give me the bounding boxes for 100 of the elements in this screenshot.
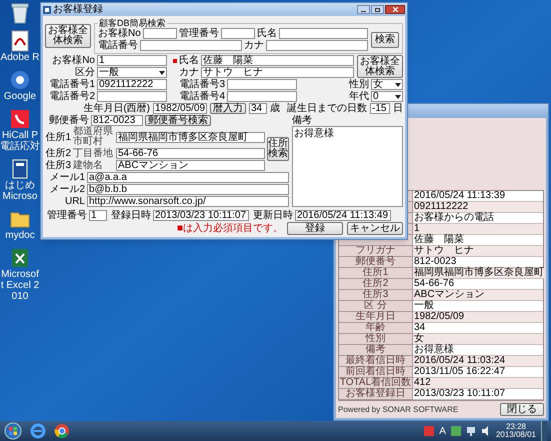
table-header-cell: 最終着信日時 [339, 356, 413, 367]
field-label: メール1 [48, 172, 85, 183]
table-header-cell: 住所3 [339, 290, 413, 301]
show-desktop-button[interactable] [541, 421, 547, 441]
maximize-button[interactable] [371, 5, 384, 14]
trash-bin-icon[interactable] [10, 2, 30, 24]
group-title: 顧客DB簡易検索 [98, 18, 167, 28]
browser-icon[interactable] [54, 423, 70, 439]
input-field[interactable]: 2013/03/23 10:11:07 [153, 210, 249, 221]
customer-search-button[interactable]: お客様全体検索 [357, 55, 403, 78]
input-field[interactable]: 812-0023 [91, 115, 143, 126]
dropdown-arrow-icon [159, 70, 165, 74]
input-field[interactable] [266, 40, 368, 51]
table-cell: 34 [413, 323, 543, 334]
input-field[interactable] [140, 40, 242, 51]
desktop-icon-label[interactable]: HiCall P 電話応対 [0, 130, 40, 152]
table-cell: お得意様 [413, 345, 543, 356]
input-field[interactable]: 1 [89, 210, 107, 221]
minimize-button[interactable] [357, 5, 370, 14]
input-field[interactable]: 0921112222 [97, 79, 167, 90]
memo-text-area[interactable]: お得意様 [292, 126, 403, 207]
field-label: 氏名 [179, 55, 199, 66]
input-field[interactable] [220, 28, 255, 39]
desktop-icon-label[interactable]: Adobe R [0, 52, 40, 63]
table-header-cell: 区 分 [339, 301, 413, 312]
field-label: 電話番号3 [178, 79, 225, 90]
address-search-button[interactable]: 住所検索 [267, 137, 289, 161]
input-field[interactable]: 2016/05/24 11:13:49 [295, 210, 391, 221]
start-orb-icon[interactable] [4, 422, 22, 440]
table-cell: 一般 [413, 301, 543, 312]
input-field[interactable] [97, 91, 167, 102]
table-cell: 2016/05/24 11:03:24 [413, 356, 543, 367]
clock-date[interactable]: 2013/08/01 [496, 431, 536, 439]
input-field[interactable]: b@b.b.b [87, 184, 289, 195]
table-header-cell: お客様登録日 [339, 389, 413, 400]
field-label: 区分 [74, 67, 95, 78]
desktop-icon-label[interactable]: Google [4, 91, 36, 102]
ime-indicator[interactable]: A [439, 426, 446, 436]
search-button[interactable]: 検索 [371, 32, 399, 48]
globe-icon[interactable] [10, 69, 30, 91]
desktop-icon-label[interactable]: Microsoft Excel 2010 [0, 269, 40, 302]
input-field[interactable] [142, 28, 177, 39]
input-field[interactable]: サトウ ヒナ [201, 67, 354, 78]
input-field[interactable] [278, 28, 368, 39]
field-label: 電話番号1 [48, 79, 95, 90]
table-header-cell: 前回着信日時 [339, 367, 413, 378]
close-button[interactable] [385, 5, 405, 14]
table-cell: 1 [413, 224, 543, 235]
table-cell: 福岡県福岡市博多区奈良屋町 [413, 268, 544, 279]
table-header-cell: 備考 [339, 345, 413, 356]
field-label: 郵便番号 [48, 115, 89, 126]
document-icon[interactable] [10, 30, 30, 52]
table-cell: 2016/05/24 11:13:39 [413, 191, 543, 202]
field-label: 電話番号2 [48, 91, 95, 102]
input-field[interactable]: 1982/05/09 [153, 103, 207, 114]
table-cell: 佐藤 陽菜 [413, 235, 543, 246]
field-label: カナ [244, 40, 264, 51]
register-button[interactable]: 登録 [287, 222, 343, 235]
calendar-input-button[interactable]: 暦入力 [210, 103, 246, 114]
input-field[interactable]: 福岡県福岡市博多区奈良屋町 [116, 132, 265, 142]
input-field[interactable]: 佐藤 陽菜 [201, 55, 354, 66]
desktop-icon-label[interactable]: mydoc [5, 230, 35, 241]
all-search-button[interactable]: お客様全体検索 [45, 24, 91, 48]
speaker-icon[interactable] [480, 426, 491, 436]
postal-search-button[interactable]: 郵便番号検索 [145, 115, 211, 126]
clock-time[interactable]: 23:28 [506, 423, 526, 431]
field-sublabel: 都道府県市町村 [73, 127, 114, 147]
field-label: 住所1 [45, 132, 71, 142]
field-sublabel: 丁目番地 [73, 148, 114, 158]
input-field[interactable] [227, 79, 297, 90]
cancel-button[interactable]: キャンセル [347, 222, 403, 235]
input-field[interactable]: -15 [370, 103, 390, 114]
table-cell: 412 [413, 378, 543, 389]
desktop-icon-label[interactable]: はじめ Microso [0, 180, 40, 202]
field-label: お客様No [98, 28, 141, 39]
dropdown[interactable]: 0 [371, 91, 403, 102]
dropdown[interactable]: 一般 [97, 67, 167, 78]
input-field[interactable]: http://www.sonarsoft.co.jp/ [87, 196, 289, 207]
table-header-cell: 住所2 [339, 279, 413, 290]
table-cell: お客様からの電話 [413, 213, 543, 224]
table-cell: 0921112222 [413, 202, 543, 213]
input-field[interactable] [227, 91, 297, 102]
field-label: カナ [179, 67, 199, 78]
input-field[interactable]: 34 [249, 103, 267, 114]
spreadsheet-icon[interactable] [10, 247, 30, 269]
close-button[interactable]: 閉じる [500, 403, 544, 416]
table-cell: 1982/05/09 [413, 312, 543, 323]
book-icon[interactable] [10, 158, 30, 180]
dropdown[interactable]: 女 [371, 79, 403, 90]
input-field[interactable]: a@a.a.a [87, 172, 289, 183]
tray-icon[interactable] [450, 426, 461, 436]
network-icon[interactable] [466, 426, 476, 436]
phone-icon[interactable] [10, 108, 30, 130]
field-sublabel: 建物名 [73, 160, 104, 170]
input-field[interactable]: 54-66-76 [116, 148, 265, 159]
input-field[interactable]: ABCマンション [116, 160, 265, 171]
dropdown-arrow-icon [395, 94, 401, 98]
dropdown-arrow-icon [395, 82, 401, 86]
input-field[interactable]: 1 [97, 55, 167, 66]
table-header-cell: 住所1 [339, 268, 413, 279]
